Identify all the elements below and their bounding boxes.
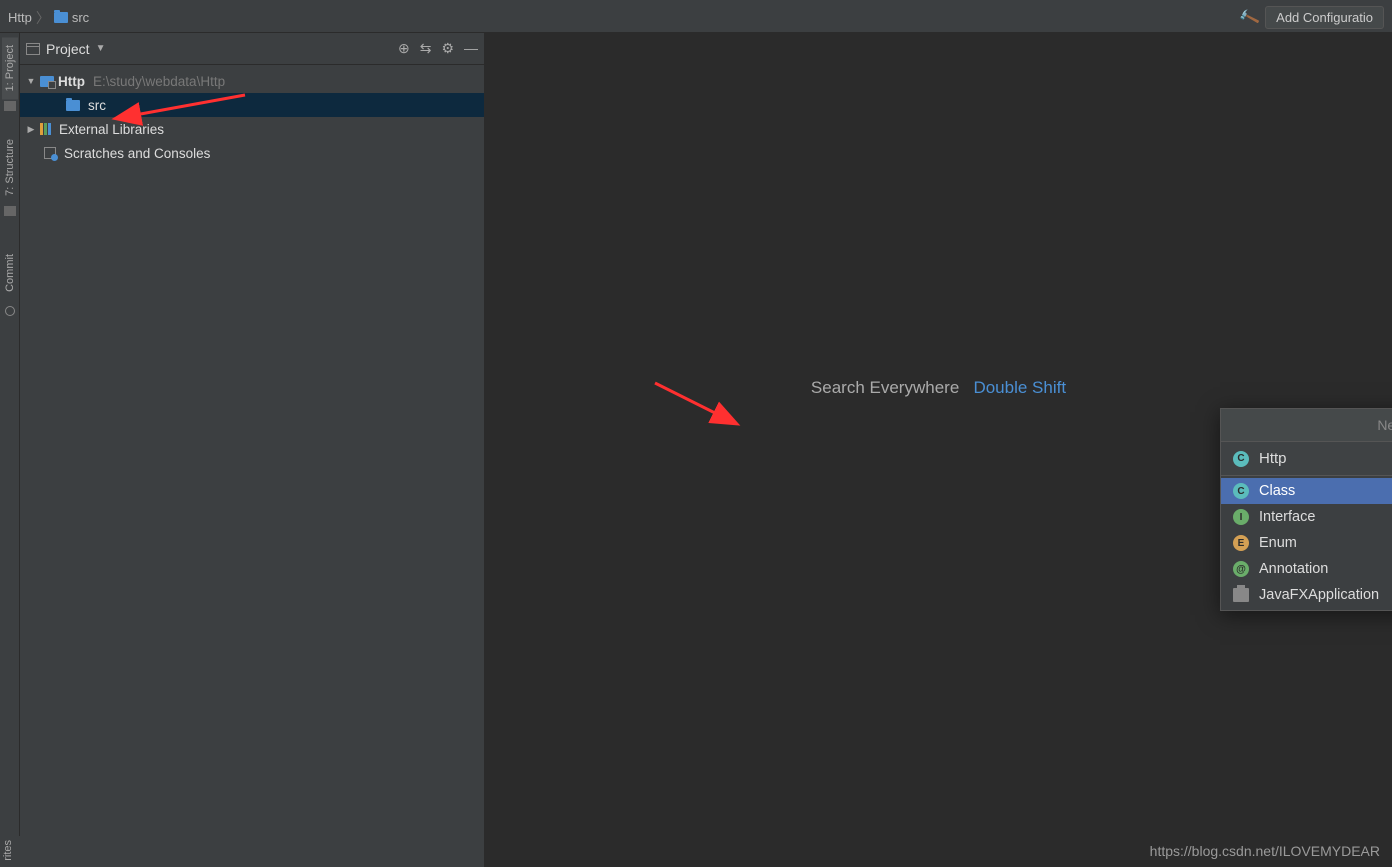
popup-item-interface[interactable]: I Interface bbox=[1221, 504, 1392, 530]
breadcrumb-root-label: Http bbox=[8, 10, 32, 25]
popup-item-label: Interface bbox=[1259, 509, 1315, 525]
popup-item-javafxapplication[interactable]: JavaFXApplication bbox=[1221, 582, 1392, 608]
popup-item-label: Enum bbox=[1259, 535, 1297, 551]
search-hint-label: Search Everywhere bbox=[811, 378, 959, 397]
annotation-icon: @ bbox=[1233, 561, 1249, 577]
folder-icon bbox=[66, 100, 80, 111]
popup-type-list: C Class I Interface E Enum @ Annotation JavaFXAp… bbox=[1221, 476, 1392, 610]
gear-icon[interactable]: ⚙ bbox=[441, 40, 454, 57]
editor-area: Search Everywhere Double Shift New Java … bbox=[485, 33, 1392, 867]
class-icon: C bbox=[1233, 451, 1249, 467]
locate-icon[interactable]: ⊕ bbox=[398, 40, 410, 57]
tree-scratches-label: Scratches and Consoles bbox=[64, 146, 210, 161]
chevron-down-icon: ▼ bbox=[26, 76, 36, 86]
breadcrumb-root[interactable]: Http bbox=[8, 10, 32, 25]
expand-icon[interactable]: ⇆ bbox=[420, 40, 432, 57]
search-everywhere-hint: Search Everywhere Double Shift bbox=[811, 378, 1066, 398]
tree-extlibs-label: External Libraries bbox=[59, 122, 164, 137]
new-java-class-popup: New Java Class C C Class I Interface E Enum @ A… bbox=[1220, 408, 1392, 611]
popup-title: New Java Class bbox=[1221, 409, 1392, 442]
breadcrumb-separator: 〉 bbox=[36, 8, 50, 28]
class-name-input[interactable] bbox=[1259, 450, 1392, 467]
structure-tab-icon bbox=[4, 206, 16, 216]
popup-item-label: Annotation bbox=[1259, 561, 1328, 577]
left-tool-strip: 1: Project 7: Structure Commit bbox=[0, 33, 20, 867]
popup-item-annotation[interactable]: @ Annotation bbox=[1221, 556, 1392, 582]
left-strip-bottom: rites bbox=[0, 836, 20, 867]
project-panel-header: Project ▼ ⊕ ⇆ ⚙ — bbox=[20, 33, 484, 65]
add-configuration-button[interactable]: Add Configuratio bbox=[1265, 6, 1384, 29]
commit-tab-icon bbox=[5, 306, 15, 316]
build-icon[interactable]: 🔨 bbox=[1238, 6, 1262, 29]
tab-project[interactable]: 1: Project bbox=[2, 37, 18, 99]
tab-commit[interactable]: Commit bbox=[2, 246, 18, 300]
project-panel: Project ▼ ⊕ ⇆ ⚙ — ▼ Http E:\study\webdat… bbox=[20, 33, 485, 867]
popup-item-label: JavaFXApplication bbox=[1259, 587, 1379, 603]
folder-icon bbox=[54, 12, 68, 23]
popup-item-label: Class bbox=[1259, 483, 1295, 499]
breadcrumb-child-label: src bbox=[72, 10, 89, 25]
scratches-icon bbox=[44, 147, 56, 159]
popup-input-row: C bbox=[1221, 442, 1392, 476]
hide-icon[interactable]: — bbox=[464, 40, 478, 57]
watermark: https://blog.csdn.net/ILOVEMYDEAR bbox=[1150, 843, 1380, 859]
javafxapplication-icon bbox=[1233, 588, 1249, 602]
breadcrumb-bar: Http 〉 src 🔨 Add Configuratio bbox=[0, 3, 1392, 33]
tree-root-node[interactable]: ▼ Http E:\study\webdata\Http bbox=[20, 69, 484, 93]
class-icon: C bbox=[1233, 483, 1249, 499]
tree-scratches[interactable]: Scratches and Consoles bbox=[20, 141, 484, 165]
breadcrumb-child[interactable]: src bbox=[54, 10, 89, 25]
project-tree: ▼ Http E:\study\webdata\Http src ▶ Exter… bbox=[20, 65, 484, 169]
module-icon bbox=[40, 76, 54, 87]
tree-root-label: Http bbox=[58, 74, 85, 89]
popup-item-class[interactable]: C Class bbox=[1221, 478, 1392, 504]
chevron-down-icon[interactable]: ▼ bbox=[96, 43, 106, 54]
chevron-right-icon: ▶ bbox=[26, 124, 36, 135]
project-tab-icon bbox=[4, 101, 16, 111]
tab-structure[interactable]: 7: Structure bbox=[2, 131, 18, 204]
libraries-icon bbox=[40, 123, 51, 135]
popup-item-enum[interactable]: E Enum bbox=[1221, 530, 1392, 556]
interface-icon: I bbox=[1233, 509, 1249, 525]
tree-src-label: src bbox=[88, 98, 106, 113]
enum-icon: E bbox=[1233, 535, 1249, 551]
tree-src-node[interactable]: src bbox=[20, 93, 484, 117]
tab-favorites-partial[interactable]: rites bbox=[0, 836, 16, 865]
tree-root-path: E:\study\webdata\Http bbox=[93, 74, 225, 89]
project-panel-title: Project bbox=[46, 41, 90, 57]
project-view-icon bbox=[26, 43, 40, 55]
tree-external-libraries[interactable]: ▶ External Libraries bbox=[20, 117, 484, 141]
search-hint-key: Double Shift bbox=[973, 378, 1066, 397]
